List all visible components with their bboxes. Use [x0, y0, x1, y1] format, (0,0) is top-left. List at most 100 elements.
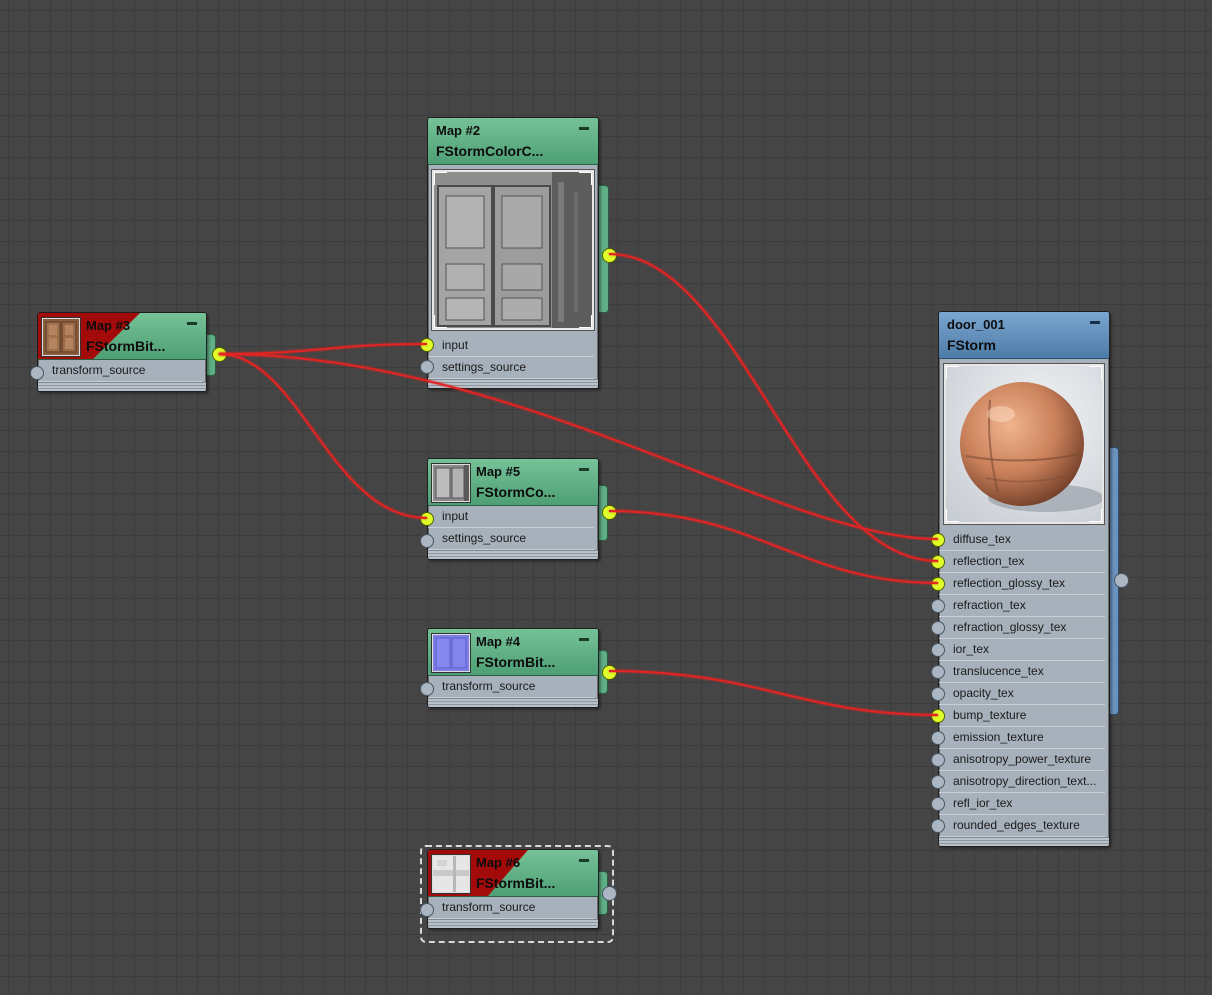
output-socket[interactable] [602, 248, 617, 263]
node-map3-body[interactable]: Map #3 FStormBit... transform_source [37, 312, 207, 392]
slot-opacity-tex[interactable]: opacity_tex [939, 683, 1105, 705]
node-map6-body[interactable]: Map #6 FStormBit... transform_source [427, 849, 599, 929]
node-title: Map #2 [436, 123, 481, 138]
node-type: FStormBit... [476, 654, 556, 670]
slot-refraction-tex[interactable]: refraction_tex [939, 595, 1105, 617]
node-door-001[interactable]: door_001 FStorm diffuse_tex reflection_t… [931, 311, 1129, 847]
socket-settings-source[interactable] [420, 360, 434, 374]
slot-diffuse-tex[interactable]: diffuse_tex [939, 529, 1105, 551]
node-map2[interactable]: Map #2 FStormColorC... input settings_so… [420, 117, 617, 389]
minimize-icon[interactable] [1090, 321, 1100, 324]
node-door-preview [944, 364, 1104, 524]
node-map2-body[interactable]: Map #2 FStormColorC... input settings_so… [427, 117, 599, 389]
socket-transform-source[interactable] [420, 682, 434, 696]
output-socket[interactable] [602, 665, 617, 680]
node-title: Map #4 [476, 634, 521, 649]
socket-bump-texture[interactable] [931, 709, 945, 723]
node-map6[interactable]: Map #6 FStormBit... transform_source [420, 849, 617, 929]
node-map6-header[interactable]: Map #6 FStormBit... [428, 850, 598, 897]
socket-anisotropy-direction-texture[interactable] [931, 775, 945, 789]
wire-map3-to-map2-input[interactable] [218, 343, 428, 355]
socket-input[interactable] [420, 338, 434, 352]
material-sphere-preview-icon [946, 366, 1102, 522]
slot-bump-texture[interactable]: bump_texture [939, 705, 1105, 727]
wood-door-thumbnail-icon [43, 319, 79, 355]
output-socket[interactable] [602, 505, 617, 520]
slot-transform-source[interactable]: transform_source [428, 897, 594, 919]
node-door-header[interactable]: door_001 FStorm [939, 312, 1109, 359]
socket-diffuse-tex[interactable] [931, 533, 945, 547]
slot-translucence-tex[interactable]: translucence_tex [939, 661, 1105, 683]
socket-translucence-tex[interactable] [931, 665, 945, 679]
node-map5-thumbnail [432, 464, 470, 502]
socket-refraction-tex[interactable] [931, 599, 945, 613]
wire-map2-to-door-reflection[interactable] [608, 253, 939, 562]
node-map5-header[interactable]: Map #5 FStormCo... [428, 459, 598, 506]
socket-transform-source[interactable] [30, 366, 44, 380]
normal-map-thumbnail-icon [433, 635, 469, 671]
socket-rounded-edges-texture[interactable] [931, 819, 945, 833]
slot-settings-source[interactable]: settings_source [428, 357, 594, 379]
wire-map4-to-door-bump[interactable] [608, 670, 939, 716]
slot-reflection-tex[interactable]: reflection_tex [939, 551, 1105, 573]
node-map3[interactable]: Map #3 FStormBit... transform_source [30, 312, 227, 392]
minimize-icon[interactable] [579, 859, 589, 862]
socket-reflection-glossy-tex[interactable] [931, 577, 945, 591]
node-map5[interactable]: Map #5 FStormCo... input settings_source [420, 458, 617, 560]
node-type: FStormBit... [476, 875, 556, 891]
node-map3-header[interactable]: Map #3 FStormBit... [38, 313, 206, 360]
slot-transform-source[interactable]: transform_source [38, 360, 202, 382]
slot-emission-texture[interactable]: emission_texture [939, 727, 1105, 749]
node-footer [939, 837, 1109, 846]
node-title: Map #6 [476, 855, 521, 870]
node-type: FStormColorC... [436, 143, 544, 159]
socket-settings-source[interactable] [420, 534, 434, 548]
node-map4[interactable]: Map #4 FStormBit... transform_source [420, 628, 617, 708]
node-map2-preview [432, 170, 594, 330]
wire-map5-to-door-reflection-glossy[interactable] [608, 510, 939, 584]
slot-anisotropy-direction-texture[interactable]: anisotropy_direction_text... [939, 771, 1105, 793]
minimize-icon[interactable] [579, 638, 589, 641]
node-footer [428, 919, 598, 928]
socket-emission-texture[interactable] [931, 731, 945, 745]
node-map6-thumbnail [432, 855, 470, 893]
slot-input[interactable]: input [428, 506, 594, 528]
grayscale-door-preview-icon [434, 172, 592, 328]
slot-ior-tex[interactable]: ior_tex [939, 639, 1105, 661]
node-footer [38, 382, 206, 391]
grayscale-door-thumbnail-icon [433, 465, 469, 501]
slot-reflection-glossy-tex[interactable]: reflection_glossy_tex [939, 573, 1105, 595]
minimize-icon[interactable] [187, 322, 197, 325]
slot-settings-source[interactable]: settings_source [428, 528, 594, 550]
node-type: FStormCo... [476, 484, 556, 500]
socket-anisotropy-power-texture[interactable] [931, 753, 945, 767]
socket-refraction-glossy-tex[interactable] [931, 621, 945, 635]
slot-transform-source[interactable]: transform_source [428, 676, 594, 698]
node-map2-header[interactable]: Map #2 FStormColorC... [428, 118, 598, 165]
output-socket[interactable] [602, 886, 617, 901]
node-footer [428, 379, 598, 388]
output-socket[interactable] [212, 347, 227, 362]
wire-map3-to-map5-input[interactable] [218, 353, 428, 519]
slot-refraction-glossy-tex[interactable]: refraction_glossy_tex [939, 617, 1105, 639]
node-map4-header[interactable]: Map #4 FStormBit... [428, 629, 598, 676]
socket-ior-tex[interactable] [931, 643, 945, 657]
minimize-icon[interactable] [579, 127, 589, 130]
node-door-body[interactable]: door_001 FStorm diffuse_tex reflection_t… [938, 311, 1110, 847]
socket-reflection-tex[interactable] [931, 555, 945, 569]
socket-opacity-tex[interactable] [931, 687, 945, 701]
slot-input[interactable]: input [428, 335, 594, 357]
socket-refl-ior-tex[interactable] [931, 797, 945, 811]
socket-input[interactable] [420, 512, 434, 526]
output-socket[interactable] [1114, 573, 1129, 588]
node-map4-body[interactable]: Map #4 FStormBit... transform_source [427, 628, 599, 708]
node-map3-thumbnail [42, 318, 80, 356]
node-footer [428, 698, 598, 707]
slot-rounded-edges-texture[interactable]: rounded_edges_texture [939, 815, 1105, 837]
socket-transform-source[interactable] [420, 903, 434, 917]
node-map5-body[interactable]: Map #5 FStormCo... input settings_source [427, 458, 599, 560]
minimize-icon[interactable] [579, 468, 589, 471]
node-type: FStormBit... [86, 338, 166, 354]
slot-refl-ior-tex[interactable]: refl_ior_tex [939, 793, 1105, 815]
slot-anisotropy-power-texture[interactable]: anisotropy_power_texture [939, 749, 1105, 771]
